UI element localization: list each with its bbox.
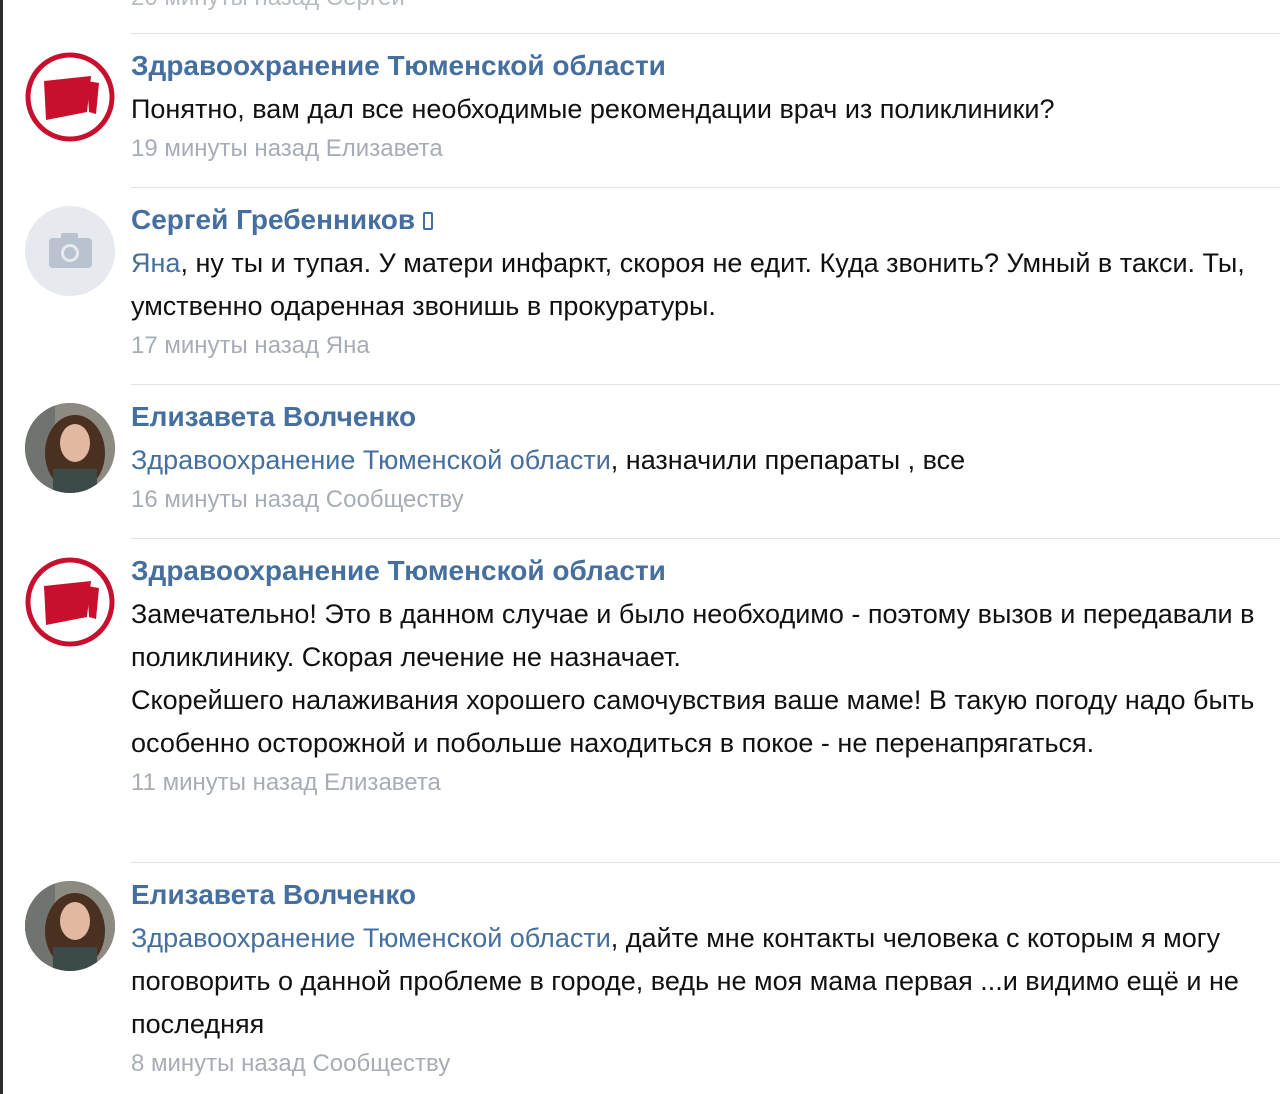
mention-link[interactable]: Яна (131, 248, 180, 278)
comment-body: Здравоохранение Тюменской области Понятн… (131, 48, 1256, 165)
comment-text: Понятно, вам дал все необходимые рекомен… (131, 88, 1256, 131)
comment-meta: 17 минуты назад Яна (131, 330, 1256, 362)
comment-meta: 8 минуты назад Сообществу (131, 1048, 1256, 1080)
comments-page: 20 минуты назад Сергей Здравоохранение Т… (0, 0, 1280, 1094)
camera-placeholder-icon[interactable] (25, 206, 115, 296)
window-edge (0, 0, 3, 1094)
comment-body: Здравоохранение Тюменской области Замеча… (131, 553, 1256, 799)
comment-time[interactable]: 8 минуты назад (131, 1050, 306, 1077)
previous-comment-meta: 20 минуты назад Сергей (131, 0, 405, 12)
comment-author[interactable]: Здравоохранение Тюменской области (131, 48, 666, 84)
phone-icon (423, 212, 434, 230)
comment-text-content: , ну ты и тупая. У матери инфаркт, скоро… (131, 248, 1245, 321)
comment-time[interactable]: 19 минуты назад (131, 135, 319, 162)
user-photo[interactable] (25, 403, 115, 493)
comment-author[interactable]: Елизавета Волченко (131, 877, 416, 913)
user-photo[interactable] (25, 881, 115, 971)
comment-time[interactable]: 17 минуты назад (131, 332, 319, 359)
mention-link[interactable]: Здравоохранение Тюменской области (131, 445, 611, 475)
health-logo-icon[interactable] (25, 52, 115, 142)
comment-text: Здравоохранение Тюменской области, назна… (131, 439, 1256, 482)
divider (131, 384, 1280, 385)
comment-author[interactable]: Сергей Гребенников (131, 202, 415, 238)
comment-reply-to[interactable]: Сообществу (312, 1050, 450, 1077)
divider (131, 862, 1280, 863)
comment-text: Замечательно! Это в данном случае и было… (131, 593, 1256, 765)
divider (131, 187, 1280, 188)
comment-reply-to[interactable]: Яна (326, 332, 370, 359)
mention-link[interactable]: Здравоохранение Тюменской области (131, 923, 611, 953)
comment-body: Елизавета Волченко Здравоохранение Тюмен… (131, 877, 1256, 1080)
comment-body: Сергей Гребенников Яна, ну ты и тупая. У… (131, 202, 1256, 362)
comment-meta: 16 минуты назад Сообществу (131, 484, 1256, 516)
comment-author[interactable]: Здравоохранение Тюменской области (131, 553, 666, 589)
comment-time[interactable]: 16 минуты назад (131, 486, 319, 513)
comment-text-content: Замечательно! Это в данном случае и было… (131, 599, 1255, 672)
comment-reply-to[interactable]: Сообществу (326, 486, 464, 513)
comment-text: Яна, ну ты и тупая. У матери инфаркт, ск… (131, 242, 1256, 328)
divider (131, 538, 1280, 539)
comment-text: Здравоохранение Тюменской области, дайте… (131, 917, 1256, 1046)
comment-reply-to[interactable]: Елизавета (324, 769, 441, 796)
comment-meta: 11 минуты назад Елизавета (131, 767, 1256, 799)
comment-time[interactable]: 11 минуты назад (131, 769, 317, 796)
comment-text-content: , назначили препараты , все (610, 445, 966, 475)
comment-body: Елизавета Волченко Здравоохранение Тюмен… (131, 399, 1256, 516)
comment-reply-to[interactable]: Елизавета (326, 135, 443, 162)
comment-author[interactable]: Елизавета Волченко (131, 399, 416, 435)
health-logo-icon[interactable] (25, 557, 115, 647)
comment-text-content: Понятно, вам дал все необходимые рекомен… (131, 94, 1055, 124)
comment-text-content: Скорейшего налаживания хорошего самочувс… (131, 685, 1255, 758)
divider (131, 33, 1280, 34)
comment-meta: 19 минуты назад Елизавета (131, 133, 1256, 165)
